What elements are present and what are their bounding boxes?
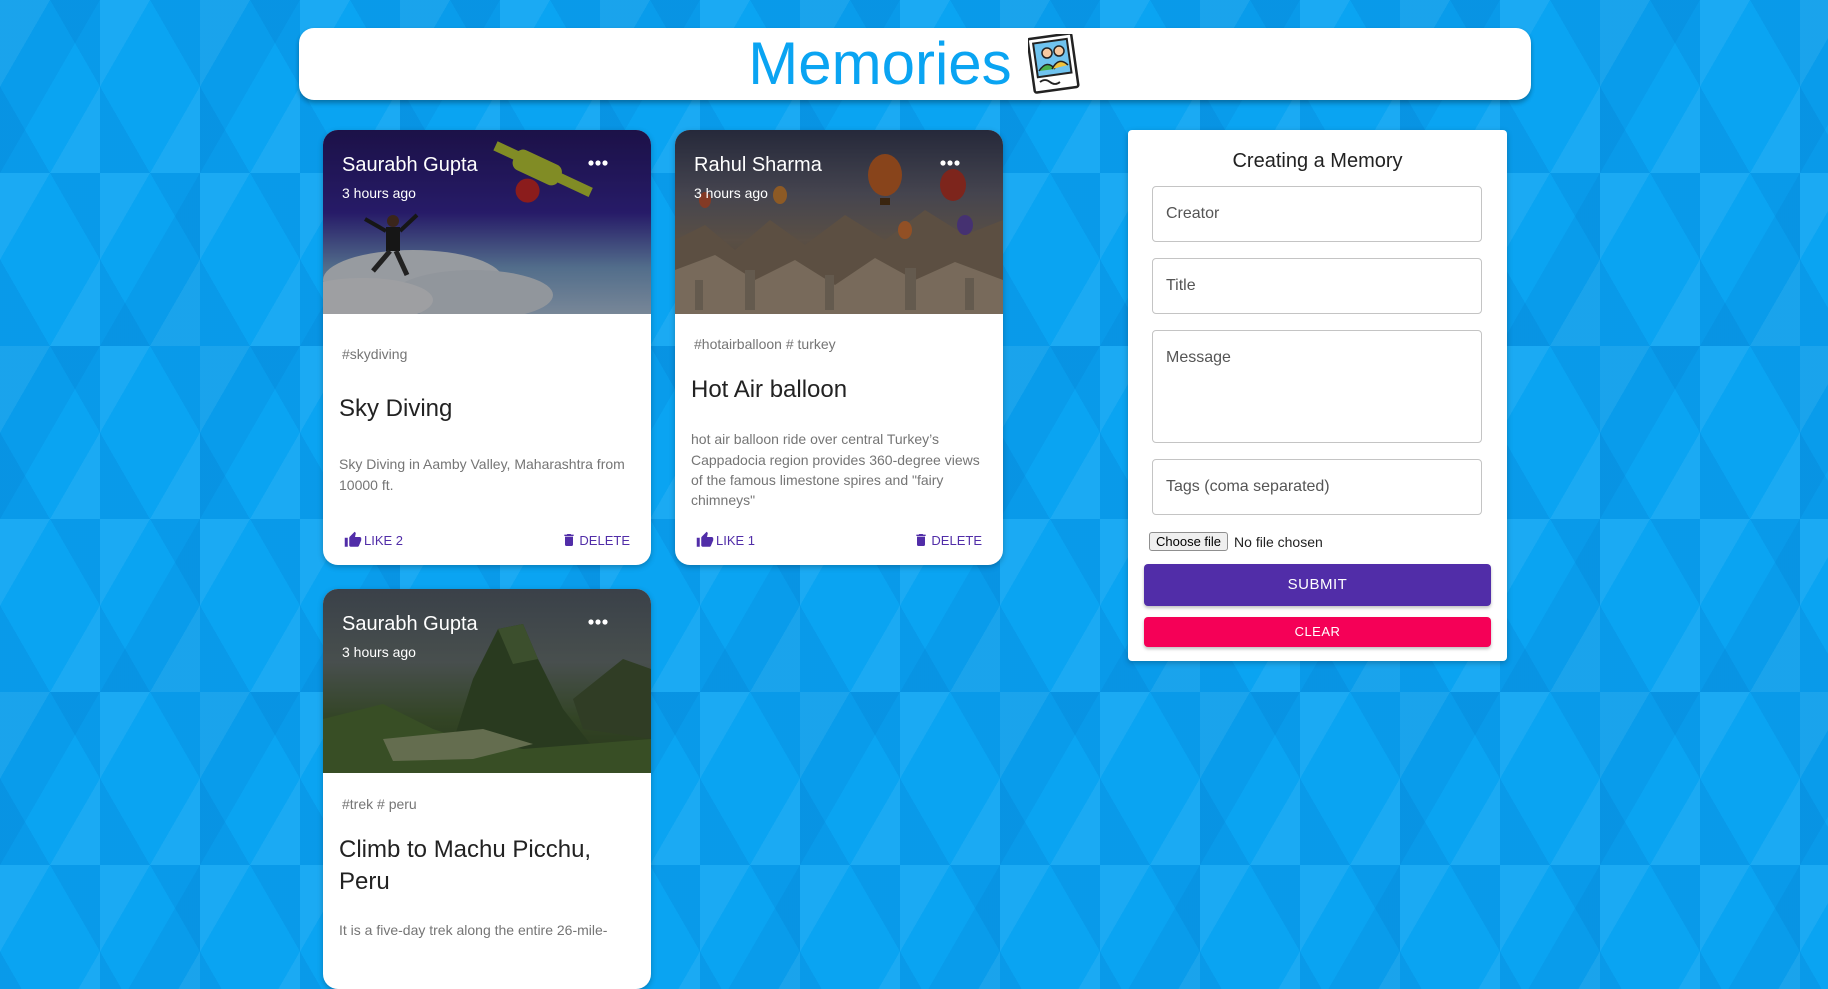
delete-button[interactable]: DELETE — [913, 531, 982, 549]
creator-field[interactable]: Creator — [1152, 186, 1482, 242]
choose-file-button[interactable]: Choose file — [1149, 532, 1229, 551]
title-placeholder: Title — [1166, 277, 1196, 294]
post-time: 3 hours ago — [342, 185, 416, 201]
clear-button[interactable]: CLEAR — [1144, 617, 1491, 647]
message-field[interactable]: Message — [1152, 330, 1482, 443]
post-creator: Rahul Sharma — [694, 154, 822, 176]
delete-label: DELETE — [931, 532, 982, 548]
like-label: LIKE 2 — [364, 532, 404, 548]
post-title: Hot Air balloon — [691, 376, 848, 403]
memory-form: Creating a Memory Creator Title Message … — [1128, 130, 1507, 661]
form-heading: Creating a Memory — [1232, 150, 1403, 172]
memories-logo-icon — [1027, 34, 1080, 94]
post-tags: #skydiving — [342, 346, 408, 362]
creator-placeholder: Creator — [1166, 205, 1220, 222]
like-button[interactable]: LIKE 1 — [696, 531, 755, 549]
thumb-up-icon — [696, 531, 714, 547]
post-image: Saurabh Gupta 3 hours ago — [323, 589, 651, 773]
delete-button[interactable]: DELETE — [561, 531, 630, 549]
post-image: Saurabh Gupta 3 hours ago — [323, 130, 651, 314]
post-title: Climb to Machu Picchu, Peru — [339, 836, 592, 896]
post-message: Sky Diving in Aamby Valley, Maharashtra … — [339, 456, 625, 493]
post-time: 3 hours ago — [694, 185, 768, 201]
message-placeholder: Message — [1166, 349, 1231, 366]
post-card: Saurabh Gupta 3 hours ago #skydiving Sky… — [323, 130, 651, 565]
post-card: Saurabh Gupta 3 hours ago #trek # peru C… — [323, 589, 651, 989]
post-message: hot air balloon ride over central Turkey… — [691, 431, 980, 509]
delete-label: DELETE — [579, 532, 630, 548]
app-title: Memories — [748, 30, 1012, 97]
more-options-icon[interactable] — [587, 156, 609, 170]
post-card: Rahul Sharma 3 hours ago #hotairballoon … — [675, 130, 1003, 565]
like-label: LIKE 1 — [716, 532, 756, 548]
post-tags: #hotairballoon # turkey — [694, 336, 836, 352]
like-button[interactable]: LIKE 2 — [344, 531, 403, 549]
submit-button[interactable]: SUBMIT — [1144, 564, 1491, 606]
file-input: Choose file No file chosen — [1149, 532, 1323, 551]
more-options-icon[interactable] — [587, 615, 609, 629]
app-bar: Memories — [299, 28, 1531, 100]
tags-field[interactable]: Tags (coma separated) — [1152, 459, 1482, 515]
file-status: No file chosen — [1234, 533, 1323, 550]
post-time: 3 hours ago — [342, 644, 416, 660]
trash-icon — [916, 534, 927, 546]
post-image: Rahul Sharma 3 hours ago — [675, 130, 1003, 314]
trash-icon — [564, 534, 575, 546]
post-message: It is a five-day trek along the entire 2… — [339, 921, 608, 938]
post-creator: Saurabh Gupta — [342, 613, 478, 635]
title-field[interactable]: Title — [1152, 258, 1482, 314]
more-options-icon[interactable] — [939, 156, 961, 170]
post-tags: #trek # peru — [342, 796, 417, 812]
post-creator: Saurabh Gupta — [342, 154, 478, 176]
tags-placeholder: Tags (coma separated) — [1166, 478, 1330, 495]
post-title: Sky Diving — [339, 395, 453, 422]
thumb-up-icon — [344, 531, 362, 547]
